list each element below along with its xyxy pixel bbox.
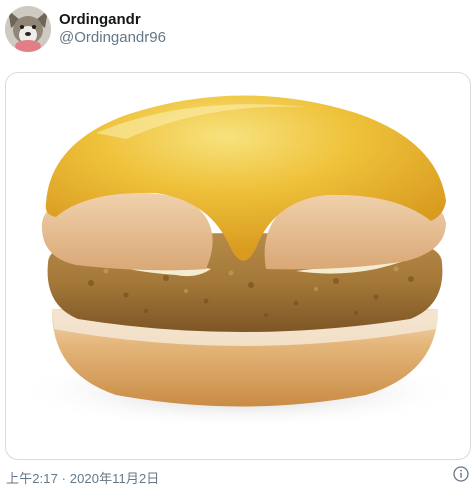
tweet-timestamp[interactable]: 上午2:17 · 2020年11月2日 — [6, 468, 159, 487]
wolf-avatar-icon — [5, 6, 51, 52]
avatar[interactable] — [5, 6, 51, 52]
info-icon[interactable] — [453, 466, 469, 482]
tweet-header: Ordingandr @Ordingandr96 — [5, 4, 166, 54]
burger-image — [16, 95, 466, 429]
tweet-card: Ordingandr @Ordingandr96 上午2:17 · 2020年1… — [0, 0, 476, 491]
tweet-media-image[interactable] — [5, 72, 471, 460]
display-name[interactable]: Ordingandr — [59, 11, 166, 29]
user-handle[interactable]: @Ordingandr96 — [59, 29, 166, 47]
author-names: Ordingandr @Ordingandr96 — [59, 11, 166, 47]
